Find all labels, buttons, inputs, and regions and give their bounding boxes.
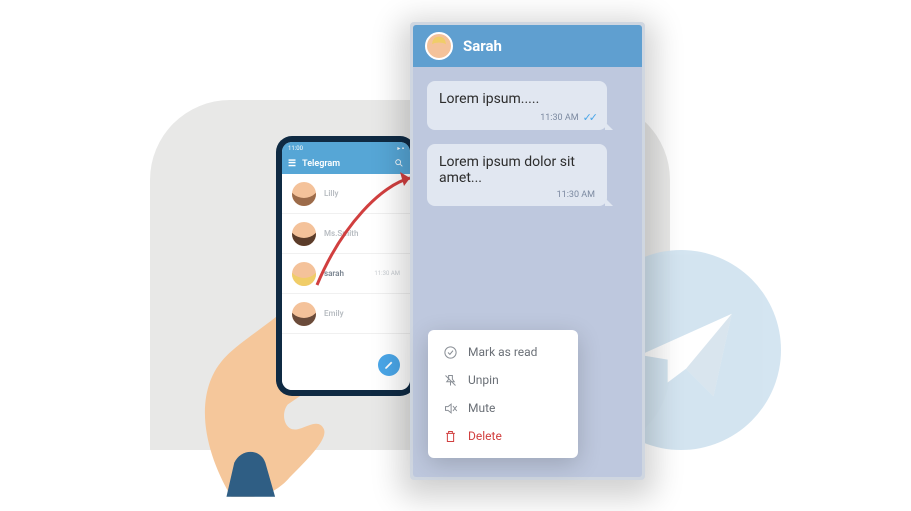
pencil-icon (384, 360, 394, 370)
context-menu: Mark as read Unpin Mute Delete (428, 330, 578, 458)
message-text: Lorem ipsum dolor sit amet... (439, 154, 595, 186)
arrow-icon (312, 170, 422, 290)
message-time: 11:30 AM (557, 190, 595, 200)
message-time: 11:30 AM (540, 113, 578, 123)
chat-header: Sarah (413, 25, 642, 67)
menu-label: Mark as read (468, 345, 537, 359)
message-bubble[interactable]: Lorem ipsum..... 11:30 AM ✓✓ (427, 81, 607, 130)
pin-off-icon (442, 372, 458, 388)
message-text: Lorem ipsum..... (439, 91, 595, 107)
avatar (292, 302, 316, 326)
new-message-button[interactable] (378, 354, 400, 376)
mark-as-read-item[interactable]: Mark as read (428, 338, 578, 366)
check-circle-icon (442, 344, 458, 360)
hamburger-icon[interactable]: ☰ (288, 159, 296, 169)
message-bubble[interactable]: Lorem ipsum dolor sit amet... 11:30 AM (427, 144, 607, 206)
status-time: 11:00 (288, 145, 303, 152)
unpin-item[interactable]: Unpin (428, 366, 578, 394)
chat-list-item[interactable]: Emily (282, 294, 410, 334)
mute-item[interactable]: Mute (428, 394, 578, 422)
menu-label: Mute (468, 401, 495, 415)
delete-item[interactable]: Delete (428, 422, 578, 450)
app-title: Telegram (302, 159, 388, 169)
trash-icon (442, 428, 458, 444)
menu-label: Delete (468, 429, 502, 443)
chat-contact-name: Sarah (463, 37, 502, 55)
phone-status-bar: 11:00 ▸ ▪ (282, 142, 410, 154)
status-icons: ▸ ▪ (397, 145, 404, 152)
read-check-icon: ✓✓ (583, 111, 595, 124)
contact-name: Emily (324, 309, 392, 318)
search-icon[interactable] (394, 158, 404, 171)
avatar (425, 32, 453, 60)
paper-plane-icon (631, 300, 741, 410)
mute-icon (442, 400, 458, 416)
menu-label: Unpin (468, 373, 499, 387)
